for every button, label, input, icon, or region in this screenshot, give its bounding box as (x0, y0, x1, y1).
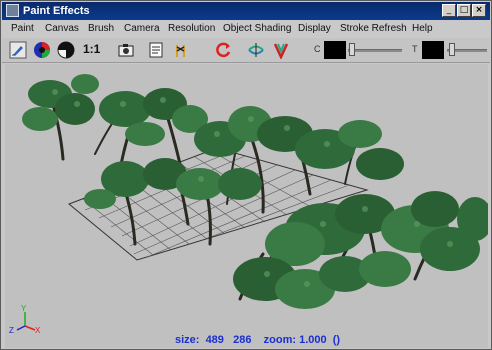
paint-brush-icon[interactable] (9, 41, 27, 59)
color-label: C (314, 44, 321, 54)
transparency-slider-thumb[interactable] (449, 43, 455, 56)
title-bar[interactable]: Paint Effects _ □ × (2, 2, 490, 20)
snapshot-camera-icon[interactable] (117, 41, 135, 59)
toolbar: 1:1 C T (2, 38, 490, 63)
window-title: Paint Effects (23, 5, 90, 17)
app-icon (6, 4, 19, 17)
menu-brush[interactable]: Brush (88, 23, 114, 34)
menu-object-shading[interactable]: Object Shading (223, 23, 291, 34)
canvas-settings-icon[interactable] (147, 41, 165, 59)
menu-paint[interactable]: Paint (11, 23, 34, 34)
paint-canvas-viewport[interactable]: Y X Z size: 489 286 zoom: 1.000 () (5, 64, 488, 348)
axis-y-label: Y (21, 304, 27, 313)
paint-effects-window: Paint Effects _ □ × Paint Canvas Brush C… (0, 0, 492, 350)
axis-z-label: Z (9, 326, 14, 335)
brush-stroke-icon[interactable] (172, 41, 190, 59)
menu-bar: Paint Canvas Brush Camera Resolution Obj… (2, 21, 490, 38)
ratio-label[interactable]: 1:1 (83, 42, 100, 56)
scene-render: Y X Z (9, 74, 488, 335)
menu-camera[interactable]: Camera (124, 23, 160, 34)
tumble-icon[interactable] (247, 41, 265, 59)
color-swatch[interactable] (324, 41, 346, 59)
menu-display[interactable]: Display (298, 23, 331, 34)
menu-stroke-refresh[interactable]: Stroke Refresh (340, 23, 407, 34)
menu-help[interactable]: Help (412, 23, 433, 34)
viewport-status: size: 489 286 zoom: 1.000 () (175, 334, 341, 346)
menu-resolution[interactable]: Resolution (168, 23, 215, 34)
maximize-button[interactable]: □ (457, 4, 471, 17)
menu-canvas[interactable]: Canvas (45, 23, 79, 34)
paint-brush-v-icon[interactable] (272, 41, 290, 59)
axis-x-label: X (35, 326, 41, 335)
close-button[interactable]: × (472, 4, 486, 17)
transparency-swatch[interactable] (422, 41, 444, 59)
color-wheel-icon[interactable] (33, 41, 51, 59)
color-slider-track[interactable] (348, 49, 402, 52)
refresh-icon[interactable] (215, 41, 233, 59)
axis-indicator (16, 312, 36, 331)
transparency-label: T (412, 44, 418, 54)
minimize-button[interactable]: _ (442, 4, 456, 17)
color-slider-thumb[interactable] (349, 43, 355, 56)
wb-balance-icon[interactable] (57, 41, 75, 59)
